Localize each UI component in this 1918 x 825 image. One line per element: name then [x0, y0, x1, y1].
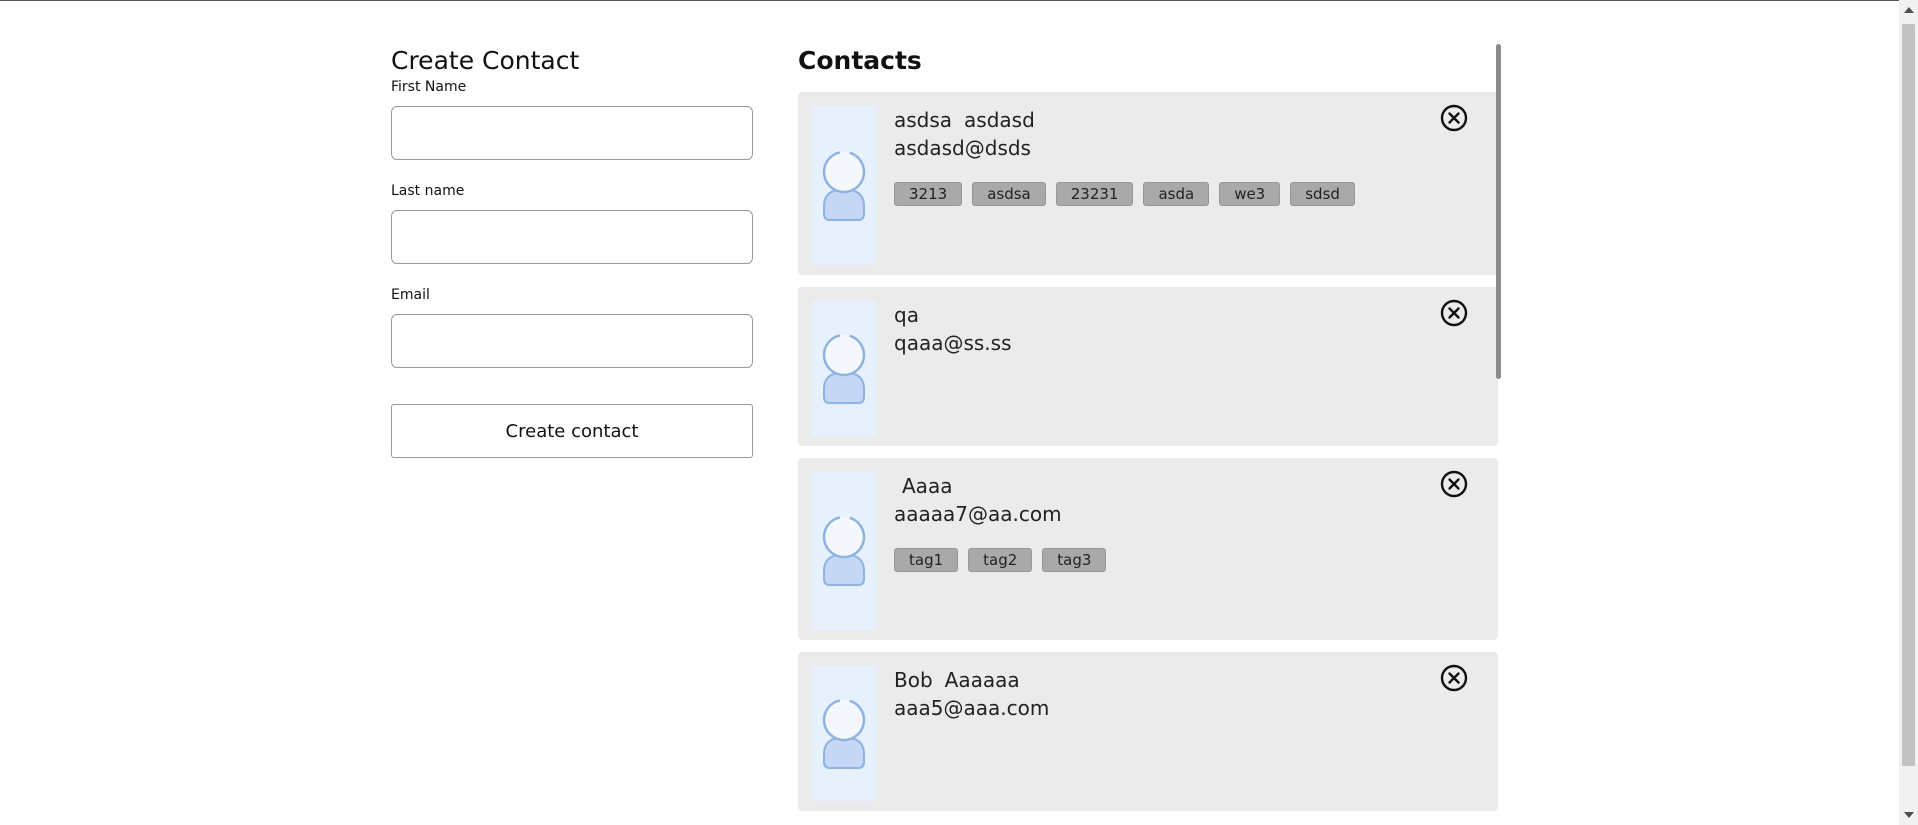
tag-list: tag1 tag2 tag3 [894, 548, 1107, 572]
last-name-input[interactable] [391, 210, 753, 264]
first-name-input[interactable] [391, 106, 753, 160]
top-border [0, 0, 1918, 1]
contacts-title: Contacts [798, 46, 922, 75]
avatar [812, 301, 876, 436]
contact-card: qa qaaa@ss.ss [798, 287, 1498, 446]
contact-card: Aaaa aaaaa7@aa.com tag1 tag2 tag3 [798, 458, 1498, 640]
contact-name: qa [894, 301, 1012, 329]
contact-first-name: Bob [894, 668, 933, 692]
contact-info: Aaaa aaaaa7@aa.com tag1 tag2 tag3 [876, 472, 1107, 640]
first-name-label: First Name [391, 79, 467, 95]
contact-email: aaaaa7@aa.com [894, 502, 1062, 526]
person-avatar-icon [822, 515, 866, 586]
avatar [812, 472, 876, 630]
person-avatar-icon [822, 698, 866, 769]
last-name-label: Last name [391, 183, 465, 199]
tag-chip: asdsa [972, 182, 1046, 206]
contact-info: qa qaaa@ss.ss [876, 301, 1012, 446]
contact-first-name: qa [894, 303, 919, 327]
scroll-down-arrow-icon[interactable] [1904, 812, 1914, 818]
contacts-scrollbar[interactable] [1496, 44, 1501, 379]
contact-list: asdsa asdasd asdasd@dsds 3213 asdsa 23231 asda… [798, 92, 1498, 811]
scroll-up-arrow-icon[interactable] [1904, 7, 1914, 13]
tag-chip: tag3 [1042, 548, 1107, 572]
page-content: Create Contact First Name Last name Emai… [391, 44, 1507, 825]
close-circle-icon[interactable] [1440, 299, 1468, 327]
form-title: Create Contact [391, 46, 580, 75]
email-label: Email [391, 287, 430, 303]
close-circle-icon[interactable] [1440, 664, 1468, 692]
contact-first-name: asdsa [894, 108, 953, 132]
page-scrollbar[interactable] [1899, 0, 1918, 825]
person-avatar-icon [822, 150, 866, 221]
contact-last-name: Aaaa [902, 474, 953, 498]
contact-email: qaaa@ss.ss [894, 331, 1012, 355]
contact-name: Aaaa [894, 472, 1106, 500]
contact-last-name: Aaaaaa [944, 668, 1020, 692]
page-scrollbar-thumb[interactable] [1902, 24, 1915, 766]
contact-name: Bob Aaaaaa [894, 666, 1049, 694]
avatar [812, 666, 876, 801]
contact-email: aaa5@aaa.com [894, 696, 1050, 720]
email-input[interactable] [391, 314, 753, 368]
tag-chip: 3213 [894, 182, 963, 206]
create-contact-button[interactable]: Create contact [391, 404, 753, 458]
tag-chip: tag1 [894, 548, 959, 572]
contact-email: asdasd@dsds [894, 136, 1031, 160]
avatar [812, 106, 876, 265]
tag-chip: asda [1143, 182, 1210, 206]
contact-name: asdsa asdasd [894, 106, 1355, 134]
contact-info: asdsa asdasd asdasd@dsds 3213 asdsa 23231 asda… [876, 106, 1355, 275]
contact-card: asdsa asdasd asdasd@dsds 3213 asdsa 23231 asda… [798, 92, 1498, 275]
tag-chip: 23231 [1055, 182, 1134, 206]
person-avatar-icon [822, 333, 866, 404]
create-contact-form: Create Contact First Name Last name Emai… [391, 44, 753, 825]
tag-chip: sdsd [1290, 182, 1355, 206]
close-circle-icon[interactable] [1440, 470, 1468, 498]
contact-last-name: asdasd [964, 108, 1035, 132]
tag-chip: we3 [1219, 182, 1281, 206]
contact-card: Bob Aaaaaa aaa5@aaa.com [798, 652, 1498, 811]
contacts-panel: Contacts asdsa asdasd asdasd@dsds 3213 asdsa… [798, 44, 1507, 825]
tag-chip: tag2 [968, 548, 1033, 572]
close-circle-icon[interactable] [1440, 104, 1468, 132]
tag-list: 3213 asdsa 23231 asda we3 sdsd [894, 182, 1355, 206]
contact-info: Bob Aaaaaa aaa5@aaa.com [876, 666, 1049, 811]
